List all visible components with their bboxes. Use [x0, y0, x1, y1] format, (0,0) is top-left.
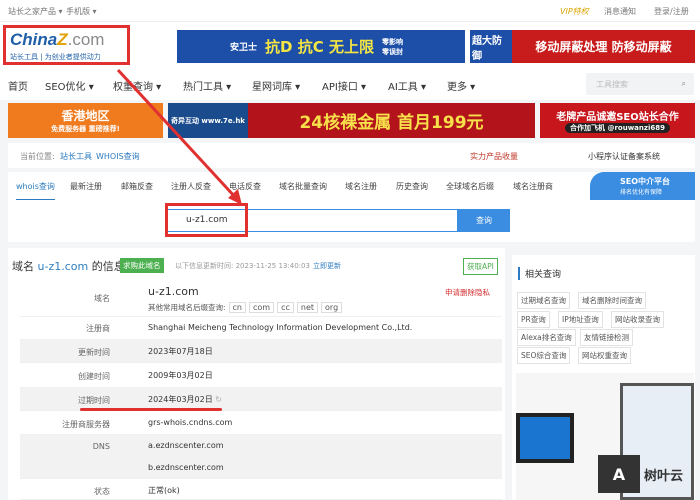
annotation-arrow [116, 68, 242, 205]
